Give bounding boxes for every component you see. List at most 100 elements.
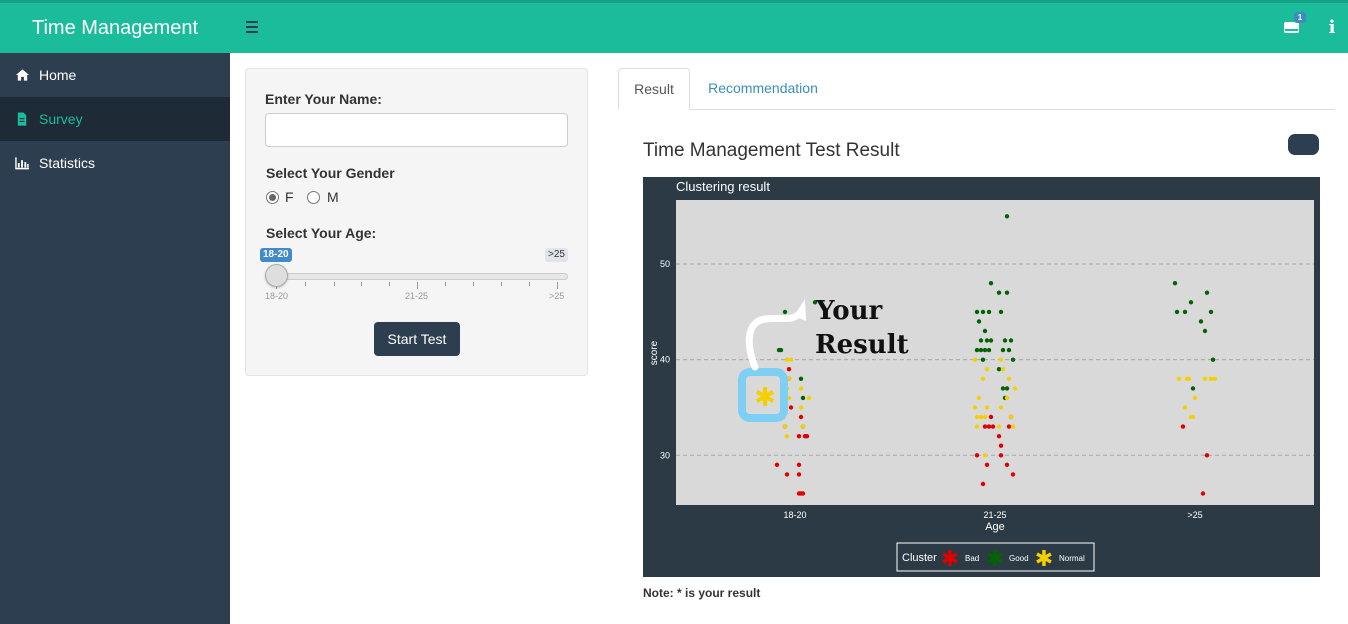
gender-radio-m[interactable]: [307, 191, 320, 204]
data-point-normal: [798, 386, 804, 391]
chart-legend: Cluster ✱ Bad ✱ Good ✱ Normal: [896, 542, 1095, 572]
sidebar-item-survey[interactable]: Survey: [0, 97, 230, 141]
data-point-bad: [984, 462, 990, 467]
data-point-good: [778, 347, 784, 353]
data-point-bad: [988, 414, 994, 420]
data-point-normal: [976, 395, 982, 401]
slider-tick: [389, 282, 390, 286]
data-point-bad: [974, 453, 980, 458]
sidebar-item-home[interactable]: Home: [0, 53, 230, 97]
data-point-good: [976, 319, 982, 324]
data-point-good: [1010, 357, 1016, 362]
sidebar-item-statistics[interactable]: Statistics: [0, 141, 230, 185]
envelope-icon[interactable]: [1284, 22, 1299, 33]
data-point-normal: [1212, 376, 1218, 381]
data-point-bad: [1006, 424, 1012, 429]
home-icon: [15, 69, 30, 81]
notification-badge: 1: [1294, 12, 1306, 23]
data-point-good: [1198, 319, 1204, 324]
y-tick-label: 30: [660, 450, 670, 460]
x-tick-label: 18-20: [783, 510, 806, 520]
data-point-bad: [796, 472, 802, 477]
data-point-good: [1190, 386, 1196, 391]
slider-tick: [305, 282, 306, 286]
data-point-good: [1188, 300, 1194, 305]
data-point-normal: [1188, 414, 1194, 420]
hamburger-icon[interactable]: [246, 21, 258, 33]
y-tick-label: 40: [660, 355, 670, 365]
data-point-good: [996, 290, 1002, 295]
annotation-text: Result: [815, 330, 909, 360]
age-slider-track[interactable]: [265, 273, 568, 280]
data-point-bad: [802, 434, 808, 439]
slider-tick: [445, 282, 446, 286]
x-tick-label: 21-25: [983, 510, 1006, 520]
gender-label: Select Your Gender: [266, 165, 395, 181]
data-point-normal: [1006, 376, 1012, 381]
slider-max-tag: >25: [545, 248, 568, 262]
data-point-good: [1004, 214, 1010, 219]
data-point-good: [1208, 309, 1214, 315]
data-point-good: [980, 309, 986, 315]
app-title[interactable]: Time Management: [0, 3, 230, 53]
slider-tick: [417, 282, 418, 289]
data-point-normal: [806, 395, 812, 401]
name-input[interactable]: [265, 113, 568, 147]
data-point-bad: [990, 424, 996, 429]
data-point-bad: [798, 414, 804, 420]
data-point-good: [1204, 290, 1210, 295]
data-point-good: [1004, 290, 1010, 295]
data-point-bad: [986, 424, 992, 429]
data-point-bad: [786, 367, 792, 372]
slider-tick-label: >25: [549, 291, 565, 301]
slider-tick: [557, 282, 558, 289]
data-point-normal: [1182, 405, 1188, 410]
data-point-normal: [1010, 424, 1016, 429]
data-point-bad: [998, 453, 1004, 458]
data-point-good: [1202, 328, 1208, 334]
data-point-normal: [1012, 386, 1018, 391]
data-point-good: [1172, 281, 1178, 286]
gender-option-label: M: [327, 189, 339, 205]
slider-tick: [334, 282, 335, 286]
start-test-button[interactable]: Start Test: [374, 322, 460, 356]
data-point-good: [782, 309, 788, 315]
data-point-normal: [998, 357, 1004, 362]
legend-marker-bad: ✱: [941, 547, 959, 572]
data-point-good: [1000, 386, 1006, 391]
data-point-normal: [998, 405, 1004, 410]
data-point-good: [974, 347, 980, 353]
data-point-good: [1004, 386, 1010, 391]
tab-recommendation[interactable]: Recommendation: [693, 68, 833, 110]
data-point-normal: [782, 424, 788, 429]
data-point-normal: [982, 453, 988, 458]
result-title: Time Management Test Result: [643, 140, 900, 161]
data-point-normal: [996, 424, 1002, 429]
data-point-good: [986, 347, 992, 353]
data-point-normal: [972, 405, 978, 410]
tab-result[interactable]: Result: [618, 68, 690, 110]
x-axis-label: Age: [985, 521, 1005, 533]
file-icon: [17, 112, 27, 126]
slider-min-tag: 18-20: [260, 248, 292, 262]
slider-tick-label: 21-25: [405, 291, 429, 301]
dark-mode-toggle[interactable]: [1288, 134, 1319, 155]
data-point-good: [980, 357, 986, 362]
data-point-good: [1000, 347, 1006, 353]
data-point-good: [982, 328, 988, 334]
data-point-good: [1006, 347, 1012, 353]
age-slider-handle[interactable]: [265, 264, 288, 287]
legend-label: Bad: [965, 554, 979, 563]
data-point-good: [988, 338, 994, 343]
legend-marker-normal: ✱: [1035, 547, 1053, 572]
info-icon[interactable]: i: [1327, 18, 1337, 38]
sidebar-item-label: Statistics: [39, 155, 96, 171]
legend-label: Normal: [1059, 554, 1085, 563]
chart-title: Clustering result: [676, 179, 770, 194]
plot-panel: [676, 200, 1314, 505]
gender-radio-f[interactable]: [266, 191, 279, 204]
data-point-bad: [998, 443, 1004, 448]
data-point-normal: [980, 376, 986, 381]
age-label: Select Your Age:: [266, 225, 377, 241]
data-point-bad: [1200, 491, 1206, 496]
